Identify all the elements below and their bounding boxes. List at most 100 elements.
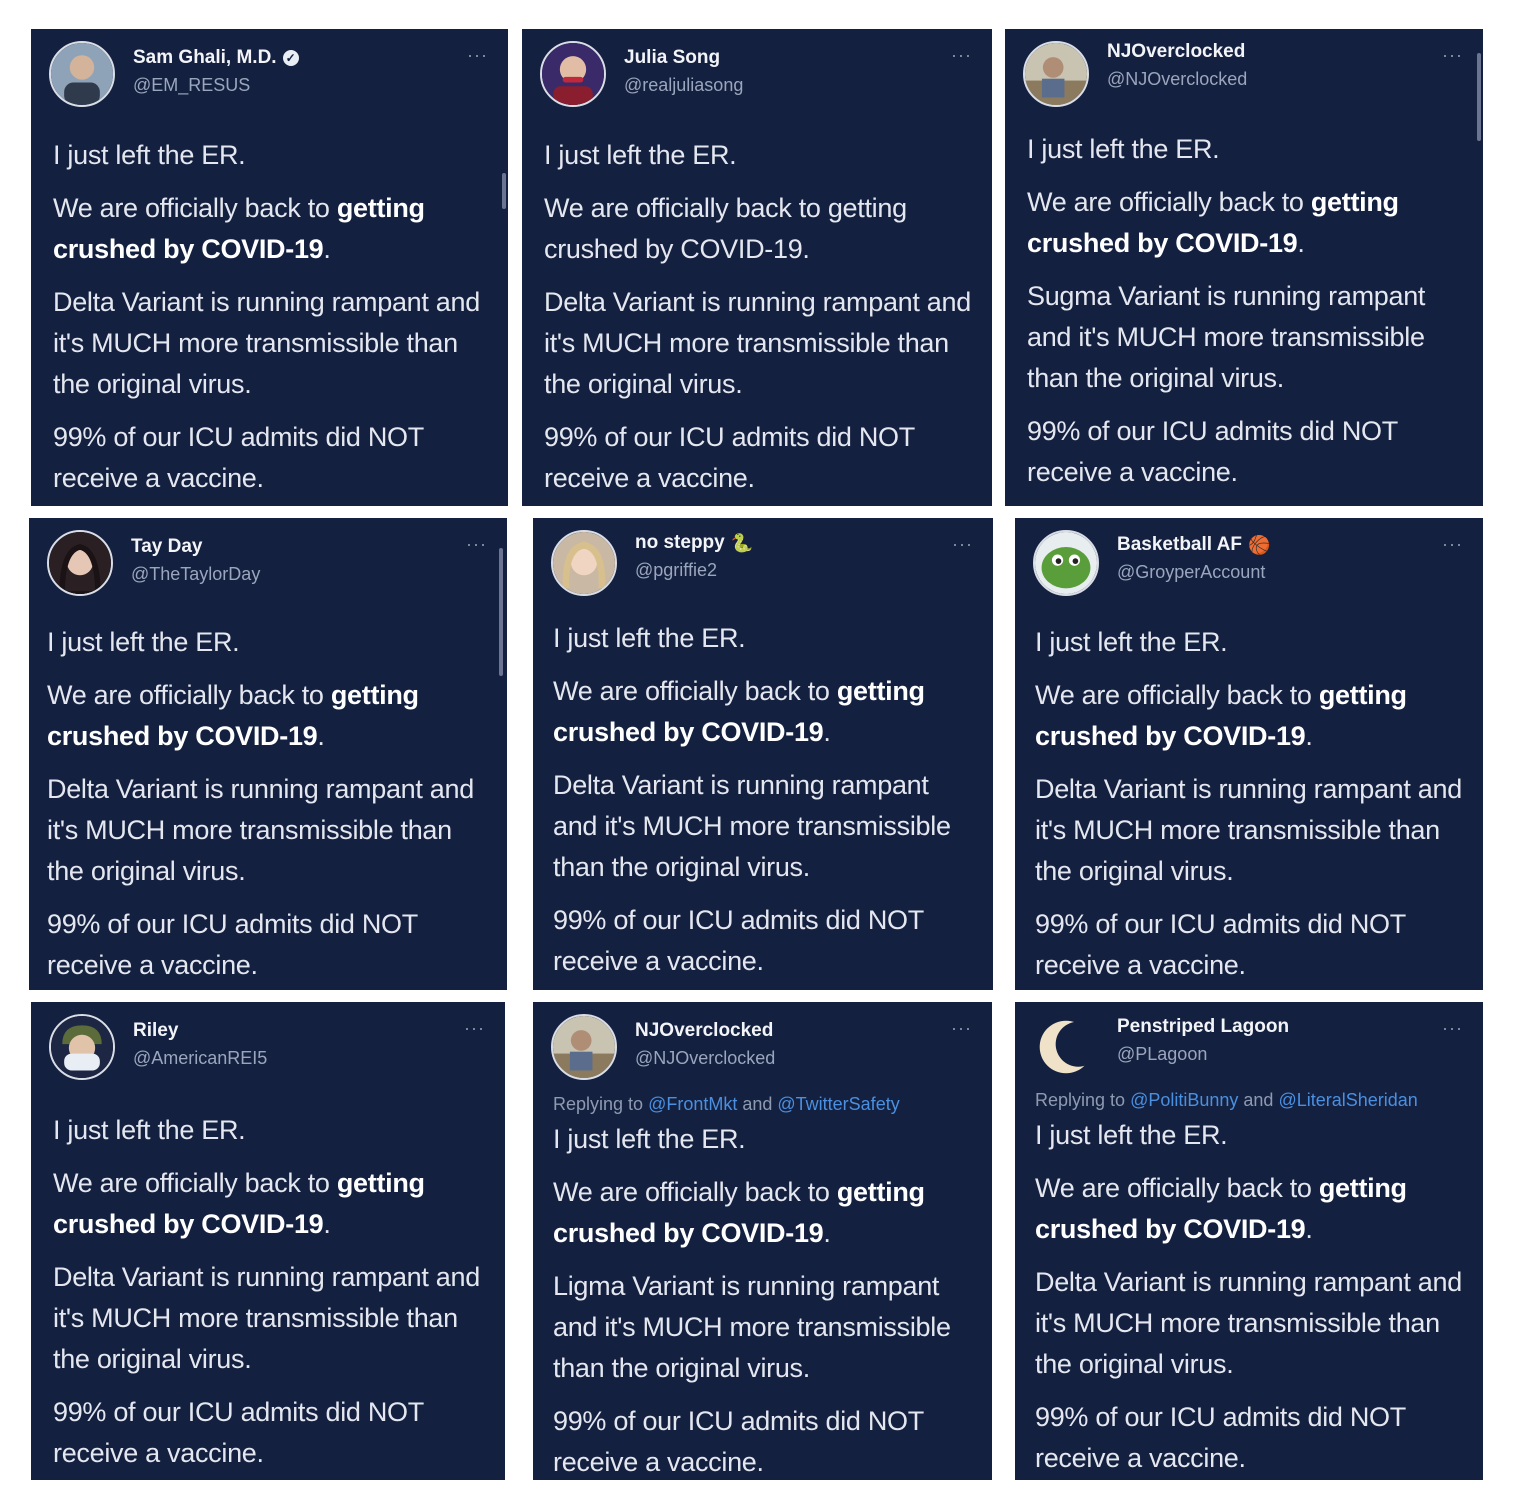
snake-emoji-icon: 🐍 xyxy=(730,533,754,553)
tweet-header: Tay Day @TheTaylorDay ··· xyxy=(47,528,493,598)
tweet-body: I just left the ER. We are officially ba… xyxy=(1035,622,1469,990)
frog-avatar-icon xyxy=(1035,532,1097,594)
handle[interactable]: @NJOverclocked xyxy=(1107,69,1247,90)
tweet-text: I just left the ER. xyxy=(47,627,240,657)
tweet-text: 99% of our ICU admits did NOT receive a … xyxy=(544,422,915,493)
tweet-text: Delta Variant is running rampant and it'… xyxy=(553,770,951,882)
tweet-card[interactable]: NJOverclocked @NJOverclocked ··· Replyin… xyxy=(533,1002,992,1480)
tweet-text: 99% of our ICU admits did NOT receive a … xyxy=(53,422,424,493)
masked-soldier-icon xyxy=(51,1016,113,1078)
scrollbar[interactable] xyxy=(1477,53,1481,141)
crescent-moon-icon xyxy=(1035,1016,1097,1078)
avatar[interactable] xyxy=(551,1014,617,1080)
more-options-icon[interactable]: ··· xyxy=(951,1018,972,1039)
handle[interactable]: @pgriffie2 xyxy=(635,560,753,581)
handle[interactable]: @EM_RESUS xyxy=(133,75,299,96)
tweet-text: We are officially back to getting crushe… xyxy=(53,1168,425,1239)
more-options-icon[interactable]: ··· xyxy=(1442,45,1463,66)
tweet-text: Delta Variant is running rampant and it'… xyxy=(47,774,474,886)
tweet-header: NJOverclocked @NJOverclocked ··· xyxy=(551,1012,978,1082)
display-name[interactable]: no steppy xyxy=(635,532,725,554)
display-name[interactable]: Basketball AF xyxy=(1117,534,1242,556)
basketball-emoji-icon: 🏀 xyxy=(1247,535,1271,555)
tweet-text: Delta Variant is running rampant and it'… xyxy=(1035,774,1462,886)
avatar[interactable] xyxy=(47,530,113,596)
verified-badge-icon: ✓ xyxy=(282,50,299,66)
tweet-card[interactable]: Tay Day @TheTaylorDay ··· I just left th… xyxy=(29,518,507,990)
avatar[interactable] xyxy=(551,530,617,596)
more-options-icon[interactable]: ··· xyxy=(1442,1018,1463,1039)
tweet-body: I just left the ER. We are officially ba… xyxy=(553,618,979,990)
tweet-body: I just left the ER. We are officially ba… xyxy=(544,135,978,506)
mention-link[interactable]: @PolitiBunny xyxy=(1130,1090,1238,1110)
handle[interactable]: @TheTaylorDay xyxy=(131,564,260,585)
tweet-card[interactable]: Riley @AmericanREI5 ··· I just left the … xyxy=(31,1002,505,1480)
more-options-icon[interactable]: ··· xyxy=(467,45,488,66)
reply-context: Replying to @PolitiBunny and @LiteralShe… xyxy=(1035,1090,1418,1110)
tweet-body: I just left the ER. We are officially ba… xyxy=(53,1110,491,1480)
tweet-text: Ligma Variant is running rampant and it'… xyxy=(553,1271,951,1383)
tweet-text: Delta Variant is running rampant and it'… xyxy=(53,1262,480,1374)
tweet-text: We are officially back to getting crushe… xyxy=(544,193,907,264)
tweet-text: 99% of our ICU admits did NOT receive a … xyxy=(553,905,924,976)
tweet-card[interactable]: Basketball AF 🏀 @GroyperAccount ··· I ju… xyxy=(1015,518,1483,990)
tweet-text: I just left the ER. xyxy=(53,140,246,170)
tweet-card[interactable]: Sam Ghali, M.D. ✓ @EM_RESUS ··· I just l… xyxy=(31,29,508,506)
more-options-icon[interactable]: ··· xyxy=(466,534,487,555)
handle[interactable]: @NJOverclocked xyxy=(635,1048,775,1069)
mention-link[interactable]: @LiteralSheridan xyxy=(1278,1090,1417,1110)
handle[interactable]: @AmericanREI5 xyxy=(133,1048,267,1069)
display-name[interactable]: NJOverclocked xyxy=(635,1020,773,1042)
display-name[interactable]: Tay Day xyxy=(131,536,202,558)
tweet-card[interactable]: Penstriped Lagoon @PLagoon ··· Replying … xyxy=(1015,1002,1483,1480)
tweet-text: Sugma Variant is running rampant and it'… xyxy=(1027,281,1426,393)
tweet-text: 99% of our ICU admits did NOT receive a … xyxy=(1035,909,1406,980)
scrollbar[interactable] xyxy=(499,548,503,676)
avatar[interactable] xyxy=(1033,530,1099,596)
avatar[interactable] xyxy=(49,1014,115,1080)
tweet-header: Basketball AF 🏀 @GroyperAccount ··· xyxy=(1033,528,1469,598)
tweet-card[interactable]: NJOverclocked @NJOverclocked ··· I just … xyxy=(1005,29,1483,506)
avatar[interactable] xyxy=(1023,41,1089,107)
tweet-text: We are officially back to getting crushe… xyxy=(53,193,425,264)
handle[interactable]: @PLagoon xyxy=(1117,1044,1289,1065)
mention-link[interactable]: @TwitterSafety xyxy=(777,1094,899,1114)
tweet-body: Replying to @PolitiBunny and @LiteralShe… xyxy=(1035,1090,1469,1480)
tweet-text: Delta Variant is running rampant and it'… xyxy=(544,287,971,399)
woman-photo-icon xyxy=(542,43,604,105)
more-options-icon[interactable]: ··· xyxy=(1442,534,1463,555)
tweet-text: 99% of our ICU admits did NOT receive a … xyxy=(553,1406,924,1477)
avatar[interactable] xyxy=(1033,1014,1099,1080)
scrollbar[interactable] xyxy=(502,173,506,209)
tweet-text: We are officially back to getting crushe… xyxy=(47,680,419,751)
more-options-icon[interactable]: ··· xyxy=(951,45,972,66)
tweet-text: We are officially back to getting crushe… xyxy=(1027,187,1399,258)
more-options-icon[interactable]: ··· xyxy=(952,534,973,555)
tweet-card[interactable]: no steppy 🐍 @pgriffie2 ··· I just left t… xyxy=(533,518,993,990)
tweet-text: 99% of our ICU admits did NOT receive a … xyxy=(47,909,418,980)
tweet-card[interactable]: Julia Song @realjuliasong ··· I just lef… xyxy=(522,29,992,506)
tweet-text: We are officially back to getting crushe… xyxy=(1035,680,1407,751)
tweet-text: I just left the ER. xyxy=(53,1115,246,1145)
tweet-text: I just left the ER. xyxy=(544,140,737,170)
more-options-icon[interactable]: ··· xyxy=(464,1018,485,1039)
display-name[interactable]: Sam Ghali, M.D. xyxy=(133,47,277,69)
mention-link[interactable]: @FrontMkt xyxy=(648,1094,737,1114)
avatar[interactable] xyxy=(49,41,115,107)
tweet-text: I just left the ER. xyxy=(1035,627,1228,657)
tweet-body: I just left the ER. We are officially ba… xyxy=(53,135,494,506)
tweet-text: I just left the ER. xyxy=(553,623,746,653)
display-name[interactable]: Riley xyxy=(133,1020,178,1042)
display-name[interactable]: NJOverclocked xyxy=(1107,41,1245,63)
tweet-header: Sam Ghali, M.D. ✓ @EM_RESUS ··· xyxy=(49,39,494,109)
tweet-header: Riley @AmericanREI5 ··· xyxy=(49,1012,491,1082)
tweet-text: Delta Variant is running rampant and it'… xyxy=(53,287,480,399)
tweet-header: Julia Song @realjuliasong ··· xyxy=(540,39,978,109)
woman-photo-icon xyxy=(49,532,111,594)
handle[interactable]: @GroyperAccount xyxy=(1117,562,1270,583)
doctor-photo-icon xyxy=(51,43,113,105)
display-name[interactable]: Julia Song xyxy=(624,47,720,69)
handle[interactable]: @realjuliasong xyxy=(624,75,743,96)
display-name[interactable]: Penstriped Lagoon xyxy=(1117,1016,1289,1038)
avatar[interactable] xyxy=(540,41,606,107)
